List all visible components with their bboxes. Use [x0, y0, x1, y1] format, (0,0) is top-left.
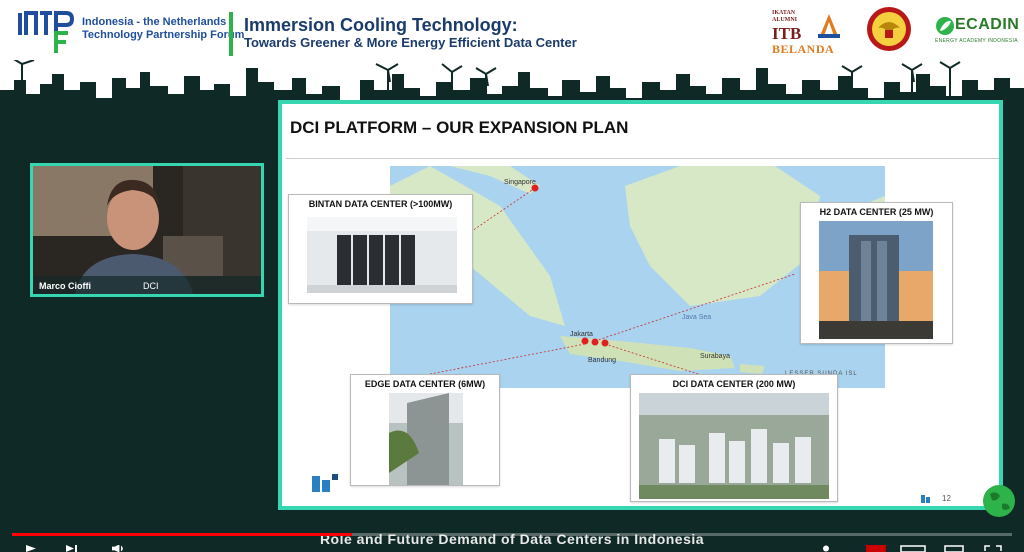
slide-title-rule	[286, 158, 999, 159]
callout-bintan: BINTAN DATA CENTER (>100MW)	[288, 194, 473, 304]
ecadin-logo: ECADIN ENERGY ACADEMY INDONESIA	[933, 14, 1019, 48]
callout-edge: EDGE DATA CENTER (6MW)	[350, 374, 500, 486]
header-divider	[229, 12, 233, 56]
campus-aerial-image	[639, 393, 829, 499]
itb-logo-small-text: IKATAN ALUMNI	[772, 10, 797, 24]
event-title: Immersion Cooling Technology:	[244, 15, 518, 35]
map-label-singapore: Singapore	[504, 179, 536, 186]
jakarta-marker-3	[601, 339, 609, 347]
event-header: Indonesia - the Netherlands Technology P…	[0, 0, 1024, 66]
map-label-surabaya: Surabaya	[700, 353, 730, 360]
video-progress-fill	[12, 533, 352, 536]
event-title-block: Immersion Cooling Technology: Towards Gr…	[244, 15, 664, 51]
itb-mark-icon	[818, 14, 840, 38]
itb-logo-word: ITB	[772, 24, 802, 43]
callout-h2: H2 DATA CENTER (25 MW)	[800, 202, 953, 344]
office-tower-image	[819, 221, 933, 339]
jakarta-marker-2	[591, 338, 599, 346]
speaker-video	[33, 166, 261, 294]
map-label-jakarta: Jakarta	[570, 331, 593, 338]
event-subtitle: Towards Greener & More Energy Efficient …	[244, 35, 577, 50]
speaker-webcam[interactable]: Marco Cioffi DCI	[30, 163, 264, 297]
itb-small-line-1: IKATAN	[772, 10, 796, 16]
speaker-company: DCI	[143, 281, 159, 291]
org-line-2: Technology Partnership Forum	[82, 29, 245, 41]
slide-title: DCI PLATFORM – OUR EXPANSION PLAN	[290, 118, 629, 137]
server-racks-image	[307, 217, 457, 293]
org-line-1: Indonesia - the Netherlands	[82, 16, 227, 28]
globe-icon	[983, 485, 1015, 517]
play-icon[interactable]	[26, 545, 36, 552]
itb-alumni-logo: IKATAN ALUMNI ITB BELANDA	[770, 8, 842, 56]
ecadin-tagline: ENERGY ACADEMY INDONESIA	[935, 38, 1018, 44]
callout-dci: DCI DATA CENTER (200 MW)	[630, 374, 838, 502]
next-icon[interactable]	[66, 545, 78, 552]
callout-dci-title: DCI DATA CENTER (200 MW)	[672, 379, 796, 389]
ecadin-wordmark: ECADIN	[955, 16, 1020, 33]
dci-small-logo-icon	[921, 495, 930, 503]
itb-logo-belanda: BELANDA	[772, 42, 835, 56]
dci-logo-icon	[312, 474, 338, 492]
map-label-java-sea: Java Sea	[682, 314, 711, 321]
intpf-org-name: Indonesia - the Netherlands Technology P…	[82, 16, 245, 42]
fullscreen-icon[interactable]	[984, 545, 1002, 552]
callout-h2-title: H2 DATA CENTER (25 MW)	[819, 207, 934, 217]
edge-facility-image	[389, 393, 463, 485]
video-progress-bar[interactable]	[12, 533, 1012, 536]
speaker-name: Marco Cioffi	[39, 281, 92, 291]
volume-icon[interactable]	[112, 545, 126, 552]
jakarta-marker-1	[581, 337, 589, 345]
settings-icon[interactable]	[820, 545, 832, 552]
theater-mode-icon[interactable]	[944, 545, 964, 552]
miniplayer-icon[interactable]	[900, 545, 926, 552]
callout-edge-title: EDGE DATA CENTER (6MW)	[364, 379, 486, 389]
presentation-slide: DCI PLATFORM – OUR EXPANSION PLAN Singap…	[278, 100, 1003, 510]
garuda-emblem-icon	[867, 7, 911, 51]
callout-bintan-title: BINTAN DATA CENTER (>100MW)	[308, 199, 453, 209]
map-label-bandung: Bandung	[588, 357, 616, 364]
leaf-icon	[936, 17, 954, 35]
itb-small-line-2: ALUMNI	[772, 17, 797, 23]
slide-page-number: 12	[942, 494, 951, 503]
hd-badge-icon	[866, 545, 886, 552]
intpf-logo	[18, 11, 75, 53]
